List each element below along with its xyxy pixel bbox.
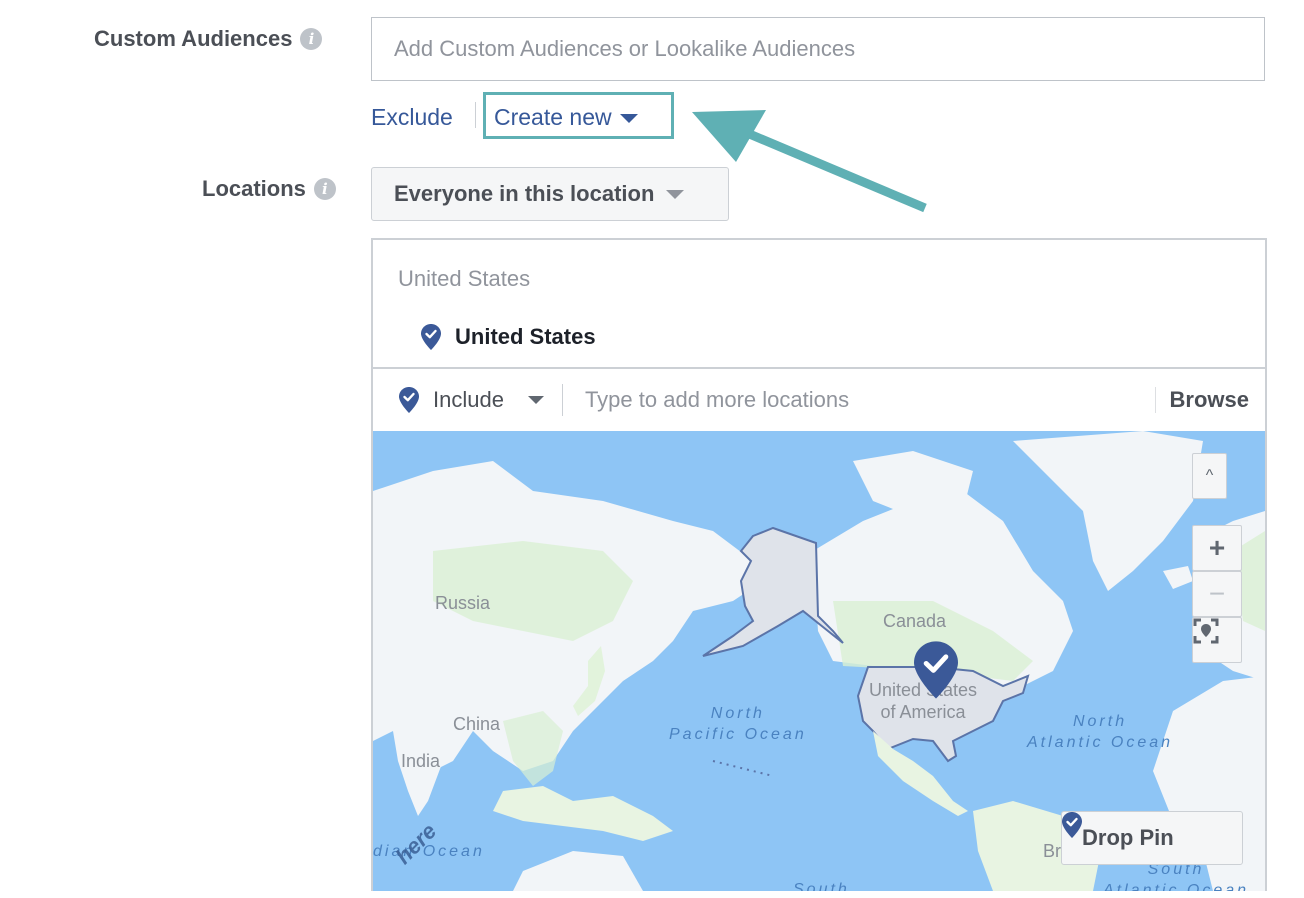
info-icon[interactable]: i <box>313 178 336 200</box>
link-divider <box>475 102 476 128</box>
minus-icon: − <box>1208 578 1226 609</box>
include-mode-label: Include <box>433 387 504 412</box>
add-location-input[interactable]: Type to add more locations <box>585 387 1155 413</box>
ocean-label-north-pacific: North Pacific Ocean <box>669 703 807 745</box>
include-exclude-dropdown[interactable]: Include <box>399 387 544 413</box>
ocean-label-south-atlantic-2: Atlantic Ocean <box>1103 882 1250 891</box>
location-pin-check-icon <box>1062 812 1082 838</box>
hawaii-islands <box>712 760 774 777</box>
selected-location-name: United States <box>455 324 596 349</box>
selected-location-item[interactable]: United States <box>421 324 596 350</box>
land-arctic-islands <box>853 451 973 521</box>
ocean-label-north-atlantic-1: North <box>1072 713 1128 730</box>
create-new-label: Create new <box>494 104 612 130</box>
map-location-pin-icon[interactable] <box>914 641 958 699</box>
audience-location-type-select[interactable]: Everyone in this location <box>371 167 729 221</box>
caret-down-icon <box>619 114 638 124</box>
location-pin-check-icon <box>421 324 441 350</box>
map-label-usa-line2: of America <box>880 702 966 722</box>
info-icon[interactable]: i <box>300 28 323 50</box>
map-label-russia: Russia <box>435 593 491 613</box>
custom-audiences-placeholder: Add Custom Audiences or Lookalike Audien… <box>394 36 856 61</box>
map-recenter-button[interactable] <box>1192 617 1242 663</box>
chevron-up-icon: ^ <box>1205 467 1214 484</box>
search-divider <box>561 384 563 416</box>
ocean-label-north-pacific-2: Pacific Ocean <box>669 726 807 743</box>
recenter-icon <box>1193 618 1219 644</box>
ocean-label-north-atlantic: North Atlantic Ocean <box>1027 711 1173 753</box>
vegetation-seasia <box>503 711 563 786</box>
exclude-link[interactable]: Exclude <box>371 104 453 131</box>
land-iceland <box>1163 566 1193 589</box>
ocean-label-north-pacific-1: North <box>710 705 765 722</box>
location-map[interactable]: Russia China India Canada United States … <box>373 431 1265 891</box>
arrow-shaft <box>738 125 927 213</box>
map-collapse-button[interactable]: ^ <box>1192 453 1227 499</box>
add-location-placeholder: Type to add more locations <box>584 387 850 412</box>
create-new-dropdown[interactable]: Create new <box>494 104 638 131</box>
audience-location-type-value: Everyone in this location <box>394 181 655 206</box>
custom-audiences-input[interactable]: Add Custom Audiences or Lookalike Audien… <box>371 17 1265 81</box>
drop-pin-button[interactable]: Drop Pin <box>1061 811 1243 865</box>
land-indonesia <box>493 786 673 841</box>
ocean-label-north-atlantic-2: Atlantic Ocean <box>1027 734 1174 751</box>
country-group-heading: United States <box>398 266 531 291</box>
land-greenland <box>1013 431 1203 591</box>
map-zoom-out-button[interactable]: − <box>1192 571 1242 617</box>
custom-audiences-label: Custom Audiences i <box>94 26 323 52</box>
custom-audiences-label-text: Custom Audiences <box>94 26 293 51</box>
location-pin-check-icon <box>399 387 419 413</box>
location-search-row: Include Type to add more locations Brows… <box>373 369 1265 431</box>
map-label-canada: Canada <box>883 611 947 631</box>
caret-down-icon <box>666 189 685 199</box>
ocean-label-south-pacific: South <box>793 881 850 891</box>
map-zoom-in-button[interactable]: + <box>1192 525 1242 571</box>
locations-panel: United States United States Include Type… <box>371 238 1267 891</box>
drop-pin-label: Drop Pin <box>1082 825 1174 850</box>
caret-down-icon <box>527 396 544 404</box>
locations-label-text: Locations <box>202 176 306 201</box>
locations-label: Locations i <box>202 176 336 202</box>
land-india <box>393 731 443 816</box>
land-australia <box>513 851 643 891</box>
browse-button[interactable]: Browse <box>1154 387 1249 413</box>
plus-icon: + <box>1208 532 1226 563</box>
map-label-india: India <box>401 751 441 771</box>
map-label-china: China <box>453 714 501 734</box>
